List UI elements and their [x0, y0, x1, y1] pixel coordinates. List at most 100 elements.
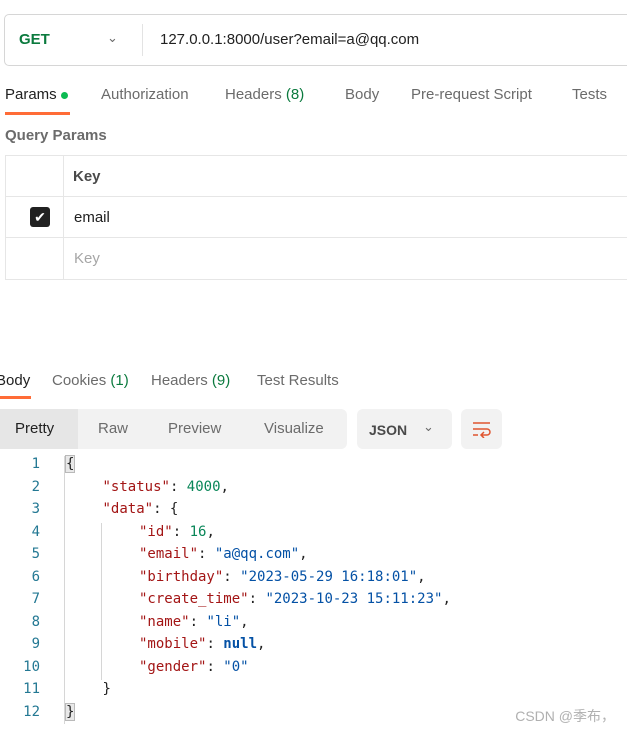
code-token: "email" [139, 546, 199, 562]
code-token: , [299, 546, 308, 562]
url-input[interactable]: 127.0.0.1:8000/user?email=a@qq.com [160, 31, 419, 48]
line-number: 10 [23, 658, 40, 675]
query-params-title: Query Params [5, 127, 107, 144]
code-token: "create_time" [139, 591, 249, 607]
tab-pre-request-script[interactable]: Pre-request Script [411, 86, 532, 103]
divider [63, 156, 64, 279]
code-token: "gender" [139, 658, 207, 675]
code-token: : [223, 568, 241, 585]
code-token: "2023-10-23 15:11:23" [265, 591, 443, 607]
code-token: { [64, 455, 76, 473]
key-column-header: Key [73, 168, 101, 185]
code-token: "mobile" [139, 636, 207, 652]
code-token: , [240, 613, 249, 630]
code-token: , [257, 636, 266, 652]
tab-label: Headers [151, 372, 208, 389]
code-token: : [172, 523, 190, 540]
code-token: "li" [206, 613, 241, 630]
format-label: JSON [369, 422, 408, 438]
code-token: , [206, 523, 215, 540]
line-number: 11 [23, 681, 40, 697]
line-number: 5 [31, 546, 40, 562]
code-line: "name": "li", [139, 614, 249, 630]
view-visualize[interactable]: Visualize [264, 420, 324, 437]
code-line: "data": { [103, 501, 179, 517]
code-line: "create_time": "2023-10-23 15:11:23", [139, 591, 451, 607]
code-token: "status" [102, 478, 170, 495]
tab-cookies[interactable]: Cookies (1) [52, 372, 129, 389]
new-key-input[interactable]: Key [74, 250, 100, 267]
watermark: CSDN @季布， [515, 708, 615, 724]
param-key[interactable]: email [74, 209, 110, 226]
line-number: 12 [23, 703, 40, 720]
line-number: 4 [31, 523, 40, 540]
tab-response-body[interactable]: Body [0, 372, 30, 389]
code-token: "data" [102, 501, 154, 517]
tab-label: Cookies [52, 372, 107, 389]
tab-body[interactable]: Body [345, 86, 379, 103]
code-token: } [102, 681, 111, 697]
view-preview[interactable]: Preview [168, 420, 221, 437]
tab-label: Headers [225, 86, 282, 103]
tab-headers[interactable]: Headers (8) [225, 86, 304, 103]
view-raw[interactable]: Raw [98, 420, 128, 437]
code-line: "id": 16, [139, 524, 215, 540]
line-number: 2 [31, 478, 40, 495]
format-select[interactable]: JSON ⌄ [357, 409, 452, 449]
code-token: "2023-05-29 16:18:01" [240, 568, 418, 585]
line-number: 8 [31, 613, 40, 630]
code-token: , [417, 568, 426, 585]
code-token: } [64, 702, 76, 721]
code-token: "birthday" [139, 568, 224, 585]
line-number: 9 [31, 636, 40, 652]
code-line: "email": "a@qq.com", [139, 546, 308, 562]
method-select[interactable]: GET [19, 31, 50, 48]
active-tab-underline [5, 112, 70, 115]
active-dot-icon [60, 91, 68, 99]
line-number: 7 [31, 591, 40, 607]
chevron-down-icon[interactable]: ⌄ [107, 30, 118, 46]
line-number: 1 [31, 456, 40, 472]
line-number: 6 [31, 568, 40, 585]
indent-guide [101, 523, 102, 680]
indent-guide [64, 456, 65, 724]
code-token: "a@qq.com" [214, 546, 300, 562]
code-token: 4000 [186, 478, 221, 495]
code-token: 16 [189, 523, 207, 540]
active-tab-underline [0, 396, 31, 399]
code-line: "status": 4000, [103, 479, 229, 495]
code-token: null [223, 636, 258, 652]
word-wrap-button[interactable] [461, 409, 502, 449]
tab-response-headers[interactable]: Headers (9) [151, 372, 230, 389]
code-line: "gender": "0" [139, 659, 249, 675]
tab-count: (9) [211, 372, 231, 389]
word-wrap-icon [473, 422, 491, 438]
code-line: } [64, 702, 76, 721]
code-token: : [198, 546, 215, 562]
code-token: : [206, 658, 224, 675]
code-token: "id" [139, 523, 173, 540]
code-line: "birthday": "2023-05-29 16:18:01", [139, 569, 426, 585]
code-token: "0" [223, 658, 249, 675]
checkbox-checked-icon[interactable]: ✔ [30, 207, 50, 227]
code-token: , [442, 591, 451, 607]
tab-label: Params [5, 86, 57, 103]
code-token: : [248, 591, 266, 607]
tab-count: (1) [110, 372, 129, 389]
code-line: "mobile": null, [139, 636, 265, 652]
tab-tests[interactable]: Tests [572, 86, 607, 103]
tab-params[interactable]: Params [5, 86, 68, 103]
code-token: : [189, 613, 207, 630]
code-token: "name" [139, 613, 190, 630]
code-token: , [220, 478, 229, 495]
chevron-down-icon: ⌄ [423, 419, 434, 434]
code-line: } [103, 681, 111, 697]
code-token: : { [153, 501, 179, 517]
view-pretty[interactable]: Pretty [15, 420, 54, 437]
tab-count: (8) [285, 86, 305, 103]
tab-test-results[interactable]: Test Results [257, 372, 339, 389]
code-token: : [169, 478, 187, 495]
line-number: 3 [31, 501, 40, 517]
tab-authorization[interactable]: Authorization [101, 86, 189, 103]
code-token: : [206, 636, 224, 652]
